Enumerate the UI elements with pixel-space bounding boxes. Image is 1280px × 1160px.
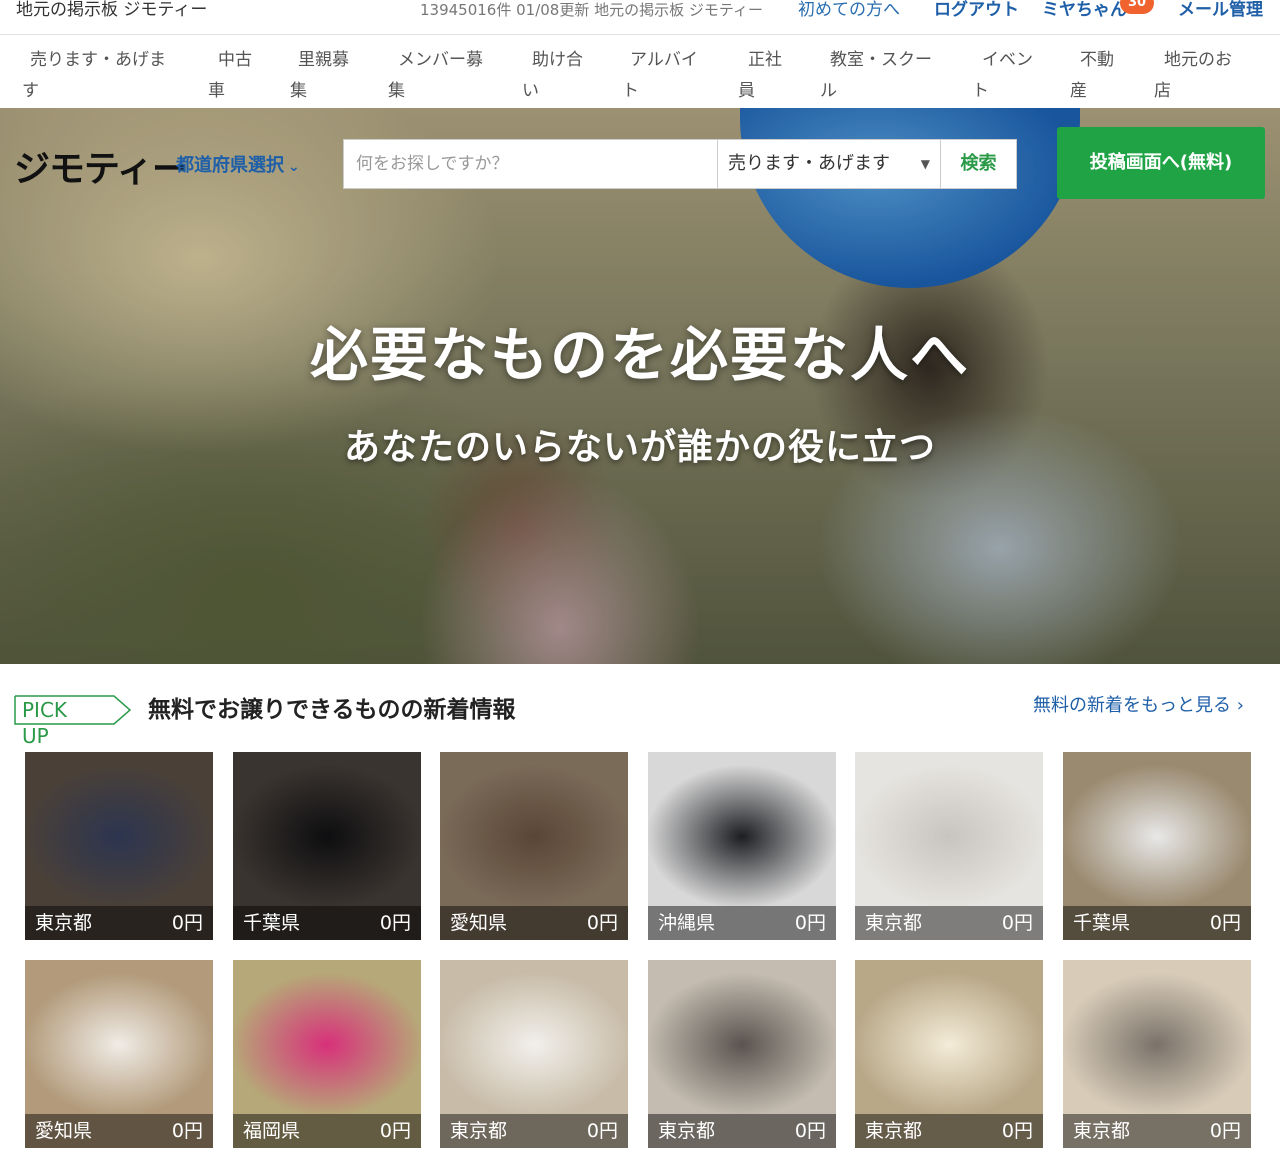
- item-card[interactable]: 東京都 0円: [1063, 960, 1251, 1148]
- item-prefecture: 福岡県: [243, 1120, 301, 1142]
- item-prefecture: 千葉県: [243, 912, 301, 934]
- search-category-select[interactable]: 売ります・あげます ▼: [717, 140, 940, 188]
- item-card[interactable]: 愛知県 0円: [440, 752, 628, 940]
- logout-link[interactable]: ログアウト: [934, 0, 1019, 20]
- item-card[interactable]: 千葉県 0円: [233, 752, 421, 940]
- item-card[interactable]: 東京都 0円: [855, 752, 1043, 940]
- item-prefecture: 愛知県: [35, 1120, 93, 1142]
- nav-item-part-time[interactable]: アルバイト: [622, 45, 698, 107]
- listing-stats: 13945016件 01/08更新 地元の掲示板 ジモティー: [420, 1, 763, 19]
- item-price: 0円: [586, 1120, 618, 1142]
- item-card[interactable]: 沖縄県 0円: [648, 752, 836, 940]
- item-prefecture: 沖縄県: [658, 912, 716, 934]
- search-button[interactable]: 検索: [940, 140, 1016, 188]
- nav-item-pet-adoption[interactable]: 里親募集: [290, 45, 349, 107]
- post-listing-button[interactable]: 投稿画面へ(無料): [1057, 127, 1265, 199]
- nav-item-members[interactable]: メンバー募集: [388, 45, 483, 107]
- item-card[interactable]: 東京都 0円: [25, 752, 213, 940]
- item-prefecture: 千葉県: [1073, 912, 1131, 934]
- notification-badge[interactable]: 30: [1120, 0, 1154, 14]
- item-prefecture: 東京都: [865, 1120, 923, 1142]
- section-title: 無料でお譲りできるものの新着情報: [148, 697, 516, 723]
- item-price: 0円: [794, 1120, 826, 1142]
- nav-item-full-time[interactable]: 正社員: [738, 45, 782, 107]
- item-grid: 東京都 0円 千葉県 0円 愛知県 0円 沖縄県 0円 東京都 0円 千葉県 0円 愛知県 0円 福岡県 0円…: [25, 752, 1255, 1152]
- nav-item-real-estate[interactable]: 不動産: [1070, 45, 1114, 107]
- item-card[interactable]: 東京都 0円: [855, 960, 1043, 1148]
- chevron-down-icon: ⌄: [288, 159, 300, 175]
- caret-down-icon: ▼: [920, 157, 930, 171]
- hero-subline: あなたのいらないが誰かの役に立つ: [343, 427, 936, 468]
- item-card[interactable]: 東京都 0円: [648, 960, 836, 1148]
- item-price: 0円: [379, 912, 411, 934]
- item-price: 0円: [1209, 912, 1241, 934]
- item-prefecture: 東京都: [1073, 1120, 1131, 1142]
- top-bar: 地元の掲示板 ジモティー 13945016件 01/08更新 地元の掲示板 ジモ…: [0, 0, 1280, 34]
- item-price: 0円: [1001, 1120, 1033, 1142]
- item-price: 0円: [794, 912, 826, 934]
- item-card[interactable]: 東京都 0円: [440, 960, 628, 1148]
- item-card[interactable]: 福岡県 0円: [233, 960, 421, 1148]
- item-card[interactable]: 千葉県 0円: [1063, 752, 1251, 940]
- nav-item-event[interactable]: イベント: [972, 45, 1033, 107]
- item-price: 0円: [586, 912, 618, 934]
- nav-item-mutual-help[interactable]: 助け合い: [522, 45, 583, 107]
- site-title: 地元の掲示板 ジモティー: [16, 0, 208, 20]
- nav-item-school[interactable]: 教室・スクール: [820, 45, 932, 107]
- nav-item-sell[interactable]: 売ります・あげます: [22, 45, 166, 107]
- item-price: 0円: [379, 1120, 411, 1142]
- item-prefecture: 東京都: [35, 912, 93, 934]
- search-form: 売ります・あげます ▼ 検索: [343, 139, 1017, 189]
- first-time-link[interactable]: 初めての方へ: [798, 0, 900, 20]
- prefecture-select[interactable]: 都道府県選択 ⌄: [176, 151, 300, 177]
- item-prefecture: 愛知県: [450, 912, 508, 934]
- item-price: 0円: [1209, 1120, 1241, 1142]
- see-more-link[interactable]: 無料の新着をもっと見る ›: [1033, 693, 1244, 719]
- user-name-link[interactable]: ミヤちゃん: [1042, 0, 1127, 20]
- item-prefecture: 東京都: [865, 912, 923, 934]
- item-price: 0円: [1001, 912, 1033, 934]
- item-price: 0円: [171, 912, 203, 934]
- nav-item-local-shops[interactable]: 地元のお店: [1154, 45, 1232, 107]
- site-logo[interactable]: ジモティー: [14, 140, 188, 192]
- hero-headline: 必要なものを必要な人へ: [309, 321, 970, 389]
- nav-item-used-car[interactable]: 中古車: [208, 45, 252, 107]
- category-nav: 売ります・あげます 中古車 里親募集 メンバー募集 助け合い アルバイト 正社員…: [0, 34, 1280, 108]
- search-input[interactable]: [344, 140, 717, 188]
- item-price: 0円: [171, 1120, 203, 1142]
- item-prefecture: 東京都: [658, 1120, 716, 1142]
- mail-settings-link[interactable]: メール管理: [1178, 0, 1263, 20]
- item-card[interactable]: 愛知県 0円: [25, 960, 213, 1148]
- item-prefecture: 東京都: [450, 1120, 508, 1142]
